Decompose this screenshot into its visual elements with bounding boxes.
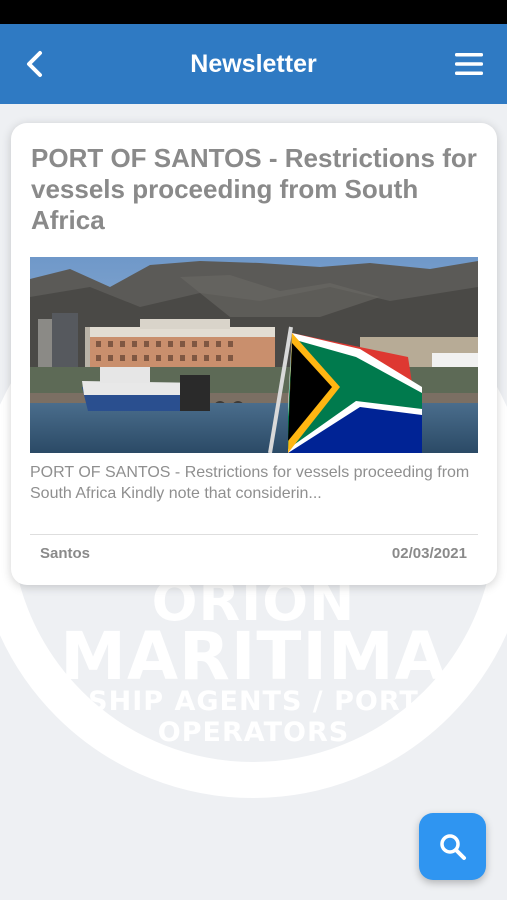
menu-button[interactable] <box>455 50 483 78</box>
news-date: 02/03/2021 <box>391 545 467 562</box>
news-title[interactable]: PORT OF SANTOS - Restrictions for vessel… <box>31 143 481 236</box>
watermark-line-2: MARITIMA <box>60 618 447 695</box>
hamburger-menu-icon <box>455 53 483 75</box>
app-header: Newsletter <box>0 24 507 104</box>
status-bar <box>0 0 507 24</box>
news-location: Santos <box>40 545 91 562</box>
search-icon <box>439 833 466 860</box>
search-button[interactable] <box>419 813 486 880</box>
card-divider <box>30 534 478 535</box>
harbor-photo <box>30 257 478 453</box>
news-excerpt: PORT OF SANTOS - Restrictions for vessel… <box>30 464 470 502</box>
news-card[interactable]: PORT OF SANTOS - Restrictions for vessel… <box>11 123 497 585</box>
news-image[interactable] <box>30 257 478 453</box>
page-title: Newsletter <box>190 49 317 78</box>
watermark-line-3: SHIP AGENTS / PORT OPERATORS <box>88 686 419 748</box>
